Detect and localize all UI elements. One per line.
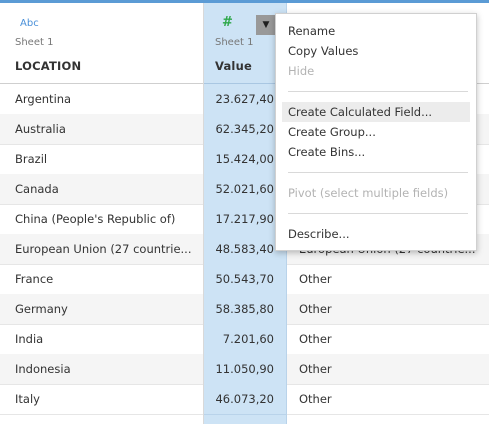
table-row: Australia [0, 114, 203, 145]
location-cell: European Union (27 countrie... [15, 242, 192, 256]
group-cell: Other [299, 362, 332, 376]
menu-item-rename[interactable]: Rename [276, 21, 476, 41]
location-cell: Indonesia [15, 362, 71, 376]
table-row: 50.543,70 [204, 264, 286, 295]
column-source: Sheet 1 [15, 37, 54, 48]
table-row: Argentina [0, 84, 203, 115]
group-cell: Other [299, 302, 332, 316]
table-row: 62.345,20 [204, 114, 286, 145]
value-cell: 23.627,40 [215, 92, 274, 106]
menu-item-copy-values[interactable]: Copy Values [276, 41, 476, 61]
table-row: 23.627,40 [204, 84, 286, 115]
location-cell: China (People's Republic of) [15, 212, 176, 226]
location-cell: India [15, 332, 44, 346]
group-cell: Other [299, 392, 332, 406]
column-location: Abc Sheet 1 LOCATION Argentina Australia… [0, 3, 204, 424]
table-row: 15.424,00 [204, 144, 286, 175]
table-row: Other [287, 264, 489, 295]
column-context-menu: Rename Copy Values Hide Create Calculate… [275, 13, 477, 251]
menu-separator [288, 172, 468, 173]
value-cell: 52.021,60 [215, 182, 274, 196]
location-cell: Argentina [15, 92, 72, 106]
value-cell: 50.543,70 [215, 272, 274, 286]
value-cell: 7.201,60 [222, 332, 274, 346]
table-row: India [0, 324, 203, 355]
menu-item-create-group[interactable]: Create Group... [276, 122, 476, 142]
table-row: 52.021,60 [204, 174, 286, 205]
column-source: Sheet 1 [215, 37, 254, 48]
menu-item-create-bins[interactable]: Create Bins... [276, 142, 476, 162]
value-cell: 46.073,20 [215, 392, 274, 406]
table-row: France [0, 264, 203, 295]
value-cell: 62.345,20 [215, 122, 274, 136]
table-row: 7.201,60 [204, 324, 286, 355]
string-type-icon[interactable]: Abc [20, 18, 39, 29]
table-row: Other [287, 384, 489, 415]
table-row: 48.583,40 [204, 234, 286, 265]
table-row: Indonesia [0, 354, 203, 385]
menu-item-describe[interactable]: Describe... [276, 224, 476, 244]
value-cell: 11.050,90 [215, 362, 274, 376]
value-cell: 17.217,90 [215, 212, 274, 226]
location-cell: France [15, 272, 54, 286]
location-cell: Canada [15, 182, 59, 196]
column-header-value[interactable]: # ▼ Sheet 1 Value [204, 3, 286, 84]
data-grid: Abc Sheet 1 LOCATION Argentina Australia… [0, 0, 489, 424]
table-row: 17.217,90 [204, 204, 286, 235]
table-row: Other [287, 324, 489, 355]
table-row: Other [287, 294, 489, 325]
column-header-location[interactable]: Abc Sheet 1 LOCATION [0, 3, 203, 84]
column-name: Value [215, 59, 252, 73]
table-row: 46.073,20 [204, 384, 286, 415]
table-row: Brazil [0, 144, 203, 175]
value-cell: 58.385,80 [215, 302, 274, 316]
table-row: Germany [0, 294, 203, 325]
group-cell: Other [299, 272, 332, 286]
value-cell: 15.424,00 [215, 152, 274, 166]
group-cell: Other [299, 332, 332, 346]
menu-item-hide: Hide [288, 64, 315, 78]
column-menu-dropdown-icon[interactable]: ▼ [256, 15, 276, 35]
column-name: LOCATION [15, 59, 82, 73]
table-row: Canada [0, 174, 203, 205]
menu-separator [288, 213, 468, 214]
menu-item-pivot: Pivot (select multiple fields) [288, 186, 449, 200]
table-row: European Union (27 countrie... [0, 234, 203, 265]
table-row: China (People's Republic of) [0, 204, 203, 235]
table-row: 11.050,90 [204, 354, 286, 385]
table-row: Other [287, 354, 489, 385]
location-cell: Italy [15, 392, 40, 406]
location-cell: Germany [15, 302, 68, 316]
location-cell: Australia [15, 122, 66, 136]
location-cell: Brazil [15, 152, 48, 166]
table-row: 58.385,80 [204, 294, 286, 325]
table-row: Italy [0, 384, 203, 415]
number-type-icon[interactable]: # [222, 15, 233, 30]
value-cell: 48.583,40 [215, 242, 274, 256]
menu-item-create-calculated-field[interactable]: Create Calculated Field... [282, 102, 470, 122]
menu-separator [288, 91, 468, 92]
